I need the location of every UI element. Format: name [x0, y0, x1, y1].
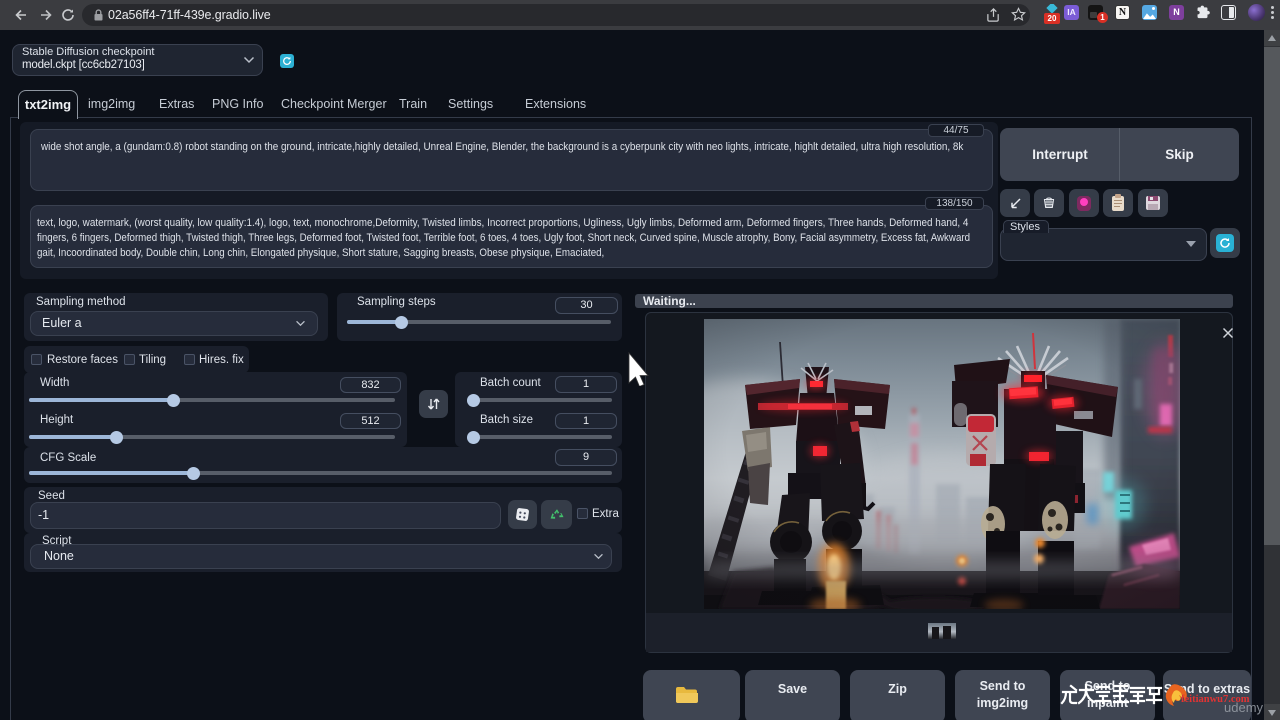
- svg-text:feitianwu7.com: feitianwu7.com: [1181, 694, 1250, 705]
